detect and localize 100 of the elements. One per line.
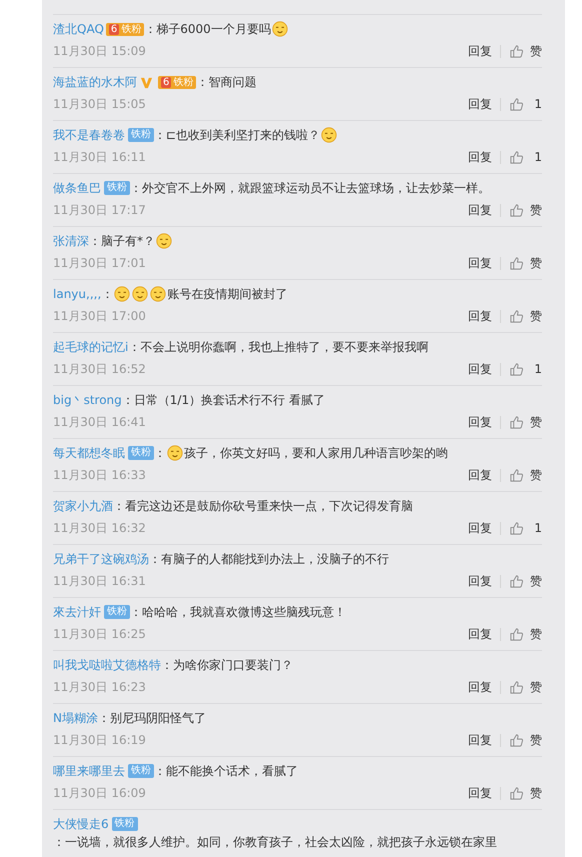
thumbs-up-icon[interactable]	[509, 574, 524, 588]
thumbs-up-icon[interactable]	[509, 308, 524, 324]
fan-badge: 铁粉	[128, 764, 154, 778]
like-count: 1	[533, 361, 542, 378]
comment-text: ：脑子有*？	[89, 233, 155, 250]
comment-time: 11月30日 15:05	[53, 96, 146, 113]
comment-text: ：不会上说明你蠢啊，我也上推特了，要不要来举报我啊	[128, 339, 428, 356]
comment-text: ：日常（1/1）换套话术行不行 看腻了	[122, 392, 325, 409]
username-link[interactable]: 渣北QAQ	[53, 20, 104, 38]
reply-link[interactable]: 回复	[468, 413, 492, 431]
username-link[interactable]: 哪里来哪里去	[53, 762, 125, 780]
fan-badge: 铁粉	[112, 817, 138, 831]
username-link[interactable]: 大侠慢走6	[53, 815, 109, 833]
username-link[interactable]: 张清深	[53, 232, 89, 250]
username-link[interactable]: 叫我戈哒啦艾德格特	[53, 656, 161, 674]
fan-badge: 6 铁粉	[158, 76, 196, 88]
comment-time: 11月30日 16:31	[53, 573, 146, 590]
fan-badge: 铁粉	[128, 446, 154, 460]
like-count: 赞	[530, 467, 542, 484]
thumbs-up-icon[interactable]	[509, 468, 524, 482]
like-count: 赞	[530, 679, 542, 696]
like-count: 赞	[530, 785, 542, 802]
like-count: 1	[533, 149, 542, 166]
like-count: 1	[533, 520, 542, 537]
thumbs-up-icon[interactable]	[509, 44, 524, 58]
username-link[interactable]: N塌糊涂	[53, 709, 98, 727]
fan-badge: 铁粉	[128, 128, 154, 142]
comment-text: ：为啥你家门口要装门？	[161, 657, 293, 674]
reply-link[interactable]: 回复	[468, 731, 492, 749]
thumbs-up-icon[interactable]	[509, 680, 524, 694]
comment-text: ：梯子6000一个月要吗	[144, 21, 271, 38]
username-link[interactable]: 每天都想冬眠	[53, 444, 125, 462]
reply-link[interactable]: 回复	[468, 678, 492, 696]
fan-badge: 铁粉	[104, 605, 130, 619]
thumbs-up-icon[interactable]	[509, 96, 524, 112]
comment-text: ：看完这边还是鼓励你砍号重来快一点，下次记得发育脑	[113, 498, 413, 515]
reply-link[interactable]: 回复	[468, 519, 492, 537]
comment-text: ：	[154, 445, 166, 462]
username-link[interactable]: big丶strong	[53, 391, 122, 409]
emoji-icon	[114, 286, 130, 302]
comment-text: ：一说墙，就很多人维护。如同，你教育孩子，社会太凶险，就把孩子永远锁在家里	[53, 834, 497, 851]
comment-time: 11月30日 16:52	[53, 361, 146, 378]
reply-link[interactable]: 回复	[468, 625, 492, 643]
reply-link[interactable]: 回复	[468, 95, 492, 113]
comment-text: ：哈哈哈，我就喜欢微博这些脑残玩意！	[130, 604, 346, 621]
fan-badge: 6 铁粉	[106, 22, 144, 36]
comment-text: ：外交官不上外网，就跟篮球运动员不让去篮球场，让去炒菜一样。	[130, 180, 490, 197]
comment-time: 11月30日 16:19	[53, 732, 146, 749]
like-count: 1	[533, 96, 542, 113]
comment-time: 11月30日 16:11	[53, 149, 146, 166]
reply-link[interactable]: 回复	[468, 201, 492, 219]
emoji-icon	[167, 445, 183, 461]
like-count: 赞	[530, 43, 542, 60]
like-count: 赞	[530, 255, 542, 272]
emoji-icon	[132, 286, 148, 302]
comment-text: ：	[101, 286, 114, 303]
comment-time: 11月30日 16:41	[53, 414, 146, 431]
username-link[interactable]: 兄弟干了这碗鸡汤	[53, 550, 149, 568]
comment-time: 11月30日 17:01	[53, 255, 146, 272]
thumbs-up-icon[interactable]	[509, 256, 524, 270]
reply-link[interactable]: 回复	[468, 42, 492, 60]
thumbs-up-icon[interactable]	[509, 626, 524, 642]
reply-link[interactable]: 回复	[468, 466, 492, 484]
username-link[interactable]: 我不是春卷卷	[53, 126, 125, 144]
emoji-icon	[321, 127, 338, 143]
username-link[interactable]: 來去汁奸	[53, 603, 101, 621]
comment-text: 账号在疫情期间被封了	[167, 286, 288, 303]
reply-link[interactable]: 回复	[468, 307, 492, 325]
comment-time: 11月30日 16:23	[53, 679, 146, 696]
thumbs-up-icon[interactable]	[509, 520, 524, 536]
like-count: 赞	[530, 626, 542, 643]
reply-link[interactable]: 回复	[468, 784, 492, 802]
reply-link[interactable]: 回复	[468, 254, 492, 272]
thumbs-up-icon[interactable]	[509, 414, 524, 430]
comment-time: 11月30日 16:25	[53, 626, 146, 643]
reply-link[interactable]: 回复	[468, 572, 492, 590]
emoji-icon	[150, 286, 166, 302]
emoji-icon	[272, 21, 288, 37]
reply-link[interactable]: 回复	[468, 148, 492, 166]
comment-time: 11月30日 16:32	[53, 520, 146, 537]
username-link[interactable]: 起毛球的记忆i	[53, 338, 128, 356]
username-link[interactable]: 海盐蓝的水木阿	[53, 73, 137, 91]
fan-badge: 铁粉	[104, 181, 130, 195]
comment-text: ：别尼玛阴阳怪气了	[98, 710, 206, 727]
comment-text: ：能不能换个话术，看腻了	[154, 763, 298, 780]
reply-link[interactable]: 回复	[468, 360, 492, 378]
comment-text: ：⊏也收到美利坚打来的钱啦？	[154, 127, 320, 144]
like-count: 赞	[530, 202, 542, 219]
username-link[interactable]: lanyu,,,,	[53, 285, 102, 303]
thumbs-up-icon[interactable]	[509, 202, 524, 218]
thumbs-up-icon[interactable]	[509, 786, 524, 800]
comment-text: ：智商问题	[196, 74, 256, 91]
thumbs-up-icon[interactable]	[509, 732, 524, 748]
like-count: 赞	[530, 308, 542, 325]
thumbs-up-icon[interactable]	[509, 150, 524, 164]
username-link[interactable]: 贺家小九酒	[53, 497, 113, 515]
thumbs-up-icon[interactable]	[509, 362, 524, 376]
emoji-icon	[156, 233, 172, 249]
like-count: 赞	[530, 414, 542, 431]
username-link[interactable]: 做条鱼巴	[53, 179, 101, 197]
